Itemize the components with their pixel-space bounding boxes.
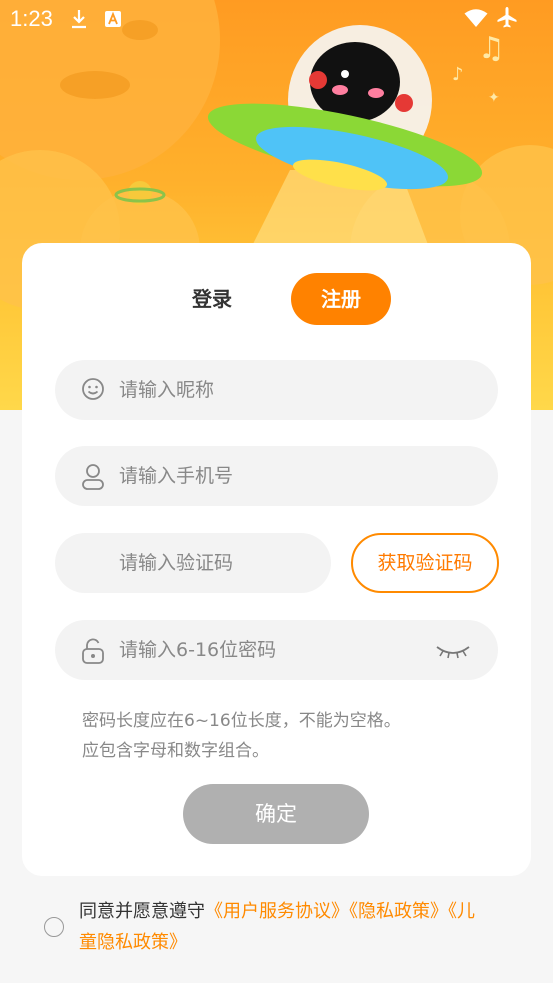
agreement-radio[interactable]: [44, 917, 64, 937]
nickname-placeholder: 请输入昵称: [119, 379, 215, 401]
password-placeholder: 请输入6-16位密码: [119, 639, 277, 661]
user-icon: [81, 463, 105, 495]
password-field[interactable]: 请输入6-16位密码: [55, 620, 498, 680]
child-privacy-link-part2[interactable]: 童隐私政策》: [79, 932, 187, 953]
get-code-button[interactable]: 获取验证码: [351, 533, 499, 593]
status-bar: 1:23: [0, 0, 553, 38]
svg-text:♪: ♪: [452, 64, 464, 85]
privacy-policy-link[interactable]: 《隐私政策》: [349, 901, 448, 922]
smiley-icon: [81, 377, 105, 405]
tab-login[interactable]: 登录: [172, 273, 252, 325]
lock-icon: [81, 637, 105, 669]
agreement-prefix: 同意并愿意遵守: [79, 901, 205, 922]
phone-placeholder: 请输入手机号: [119, 465, 234, 487]
password-hint-line2: 应包含字母和数字组合。: [82, 741, 269, 761]
nickname-field[interactable]: 请输入昵称: [55, 360, 498, 420]
password-hint-line1: 密码长度应在6~16位长度，不能为空格。: [82, 711, 401, 731]
a-icon: [104, 10, 122, 32]
ufo-robot-illustration: [207, 25, 483, 191]
code-placeholder: 请输入验证码: [119, 552, 234, 574]
eye-closed-icon[interactable]: [435, 644, 471, 664]
code-field[interactable]: 请输入验证码: [55, 533, 331, 593]
wifi-icon: [464, 8, 488, 32]
tab-register[interactable]: 注册: [291, 273, 391, 325]
download-icon: [70, 8, 88, 34]
music-note-icon: ♫ ♪: [452, 31, 505, 85]
user-agreement-link[interactable]: 《用户服务协议》: [205, 901, 349, 922]
airplane-icon: [495, 6, 519, 34]
child-privacy-link-part1[interactable]: 《儿: [448, 901, 475, 922]
agreement-text: 同意并愿意遵守《用户服务协议》《隐私政策》《儿童隐私政策》: [79, 896, 529, 958]
phone-field[interactable]: 请输入手机号: [55, 446, 498, 506]
confirm-button[interactable]: 确定: [183, 784, 369, 844]
register-card: 登录 注册 请输入昵称 请输入手机号 请输入验证码 获取验证码 请输入6-16位…: [22, 243, 531, 876]
status-time: 1:23: [10, 6, 53, 31]
svg-text:✦: ✦: [488, 90, 500, 106]
